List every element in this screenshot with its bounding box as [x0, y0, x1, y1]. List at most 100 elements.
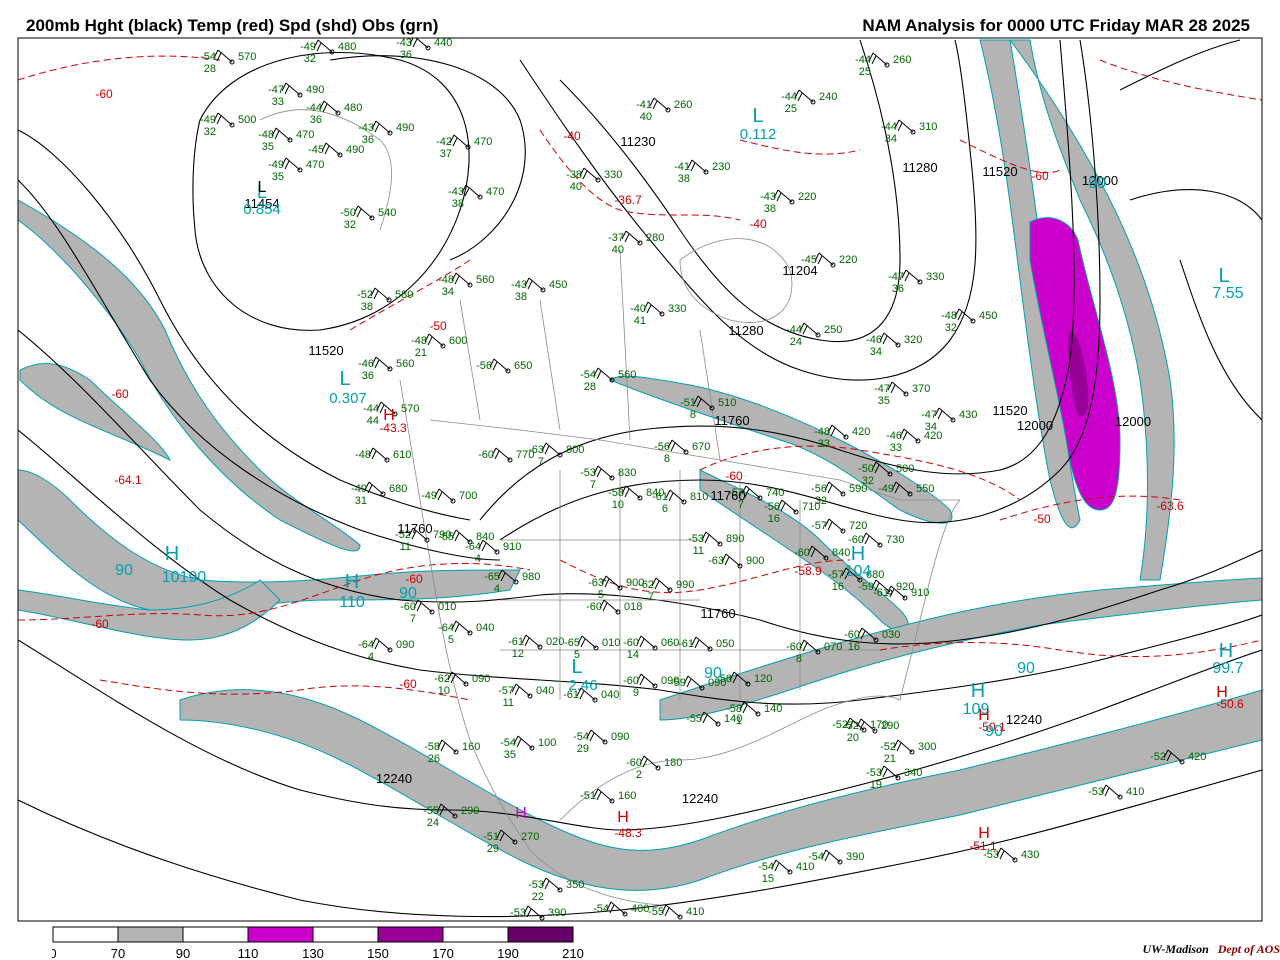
- station-dewpoint: 8: [796, 653, 802, 665]
- station-dewpoint: 44: [367, 415, 379, 427]
- station-plot: -54 560 28: [580, 367, 636, 393]
- station-plot: -52 300 21: [880, 739, 936, 765]
- station-temp: -58: [424, 741, 440, 753]
- wind-barb-flag: [686, 678, 692, 688]
- station-height: 310: [919, 121, 937, 133]
- station-height: 040: [536, 685, 554, 697]
- height-label: 11760: [714, 413, 749, 428]
- wind-barb-flag: [374, 640, 380, 650]
- wind-barb-flag: [324, 145, 330, 155]
- station-temp: -48: [941, 310, 957, 322]
- wind-barb-flag: [374, 359, 380, 369]
- station-plot: -62 990 7: [638, 577, 694, 603]
- wind-barb-flag: [374, 123, 380, 133]
- temp-label: -50: [1033, 512, 1051, 526]
- pressure-marker: H: [515, 805, 527, 822]
- station-height: 490: [396, 122, 414, 134]
- station-height: 470: [474, 136, 492, 148]
- station-dewpoint: 25: [859, 66, 871, 78]
- wind-barb-shaft: [545, 877, 561, 891]
- station-temp: -43: [760, 191, 776, 203]
- station-plot: -48 470 35: [258, 127, 314, 153]
- station-plot: -54 090 29: [573, 729, 629, 755]
- station-plot: -48 450 32: [941, 308, 997, 334]
- wind-barb-flag: [580, 638, 586, 648]
- pressure-marker: H: [978, 825, 990, 842]
- height-label: 12000: [1115, 414, 1151, 429]
- station-temp: -51: [580, 790, 596, 802]
- station-height: 330: [926, 271, 944, 283]
- station-dewpoint: 38: [452, 198, 464, 210]
- station-temp: -54: [758, 861, 774, 873]
- station-temp: -53: [688, 533, 704, 545]
- station-plot: -49 680 31: [351, 481, 407, 507]
- station-height: 410: [796, 861, 814, 873]
- legend-swatch: [247, 926, 314, 943]
- wind-barb-shaft: [883, 332, 899, 346]
- station-height: 090: [396, 639, 414, 651]
- station-plot: -44 250 24: [786, 322, 842, 348]
- station-temp: -41: [636, 99, 652, 111]
- station-height: 910: [503, 541, 521, 553]
- wind-barb-shaft: [872, 52, 888, 66]
- station-temp: -38: [566, 169, 582, 181]
- wind-barb-shaft: [653, 97, 669, 111]
- province-lines: [459, 249, 721, 461]
- station-height: 010: [438, 601, 456, 613]
- station-height: 180: [664, 757, 682, 769]
- station-height: 340: [904, 767, 922, 779]
- station-plot: -60 180 2: [626, 755, 682, 781]
- station-temp: -41: [674, 161, 690, 173]
- station-dewpoint: 35: [504, 749, 516, 761]
- station-temp: -53: [510, 907, 526, 919]
- wind-barb-shaft: [217, 112, 233, 126]
- station-dewpoint: 38: [515, 291, 527, 303]
- station-temp: -61: [508, 636, 524, 648]
- station-dewpoint: 36: [400, 49, 412, 61]
- legend-tick-label: 70: [111, 946, 125, 960]
- station-temp: -52: [880, 741, 896, 753]
- station-temp: -60: [626, 757, 642, 769]
- station-height: 900: [746, 555, 764, 567]
- speed-extrema-label: 90: [704, 665, 722, 682]
- wind-barb-shaft: [217, 49, 233, 63]
- station-plot: -43 470 38: [448, 184, 504, 210]
- station-plot: -53 390: [510, 905, 566, 921]
- station-height: 550: [916, 483, 934, 495]
- station-height: 420: [852, 426, 870, 438]
- wind-barb-shaft: [323, 100, 339, 114]
- station-temp: -44: [881, 121, 897, 133]
- station-dewpoint: 8: [664, 453, 670, 465]
- wind-barb-shaft: [705, 531, 721, 545]
- station-dewpoint: 14: [627, 649, 639, 661]
- speed-extrema-label: H: [851, 543, 865, 565]
- station-temp: -55: [686, 713, 702, 725]
- wind-barb-flag: [371, 450, 377, 460]
- wind-barb-shaft: [695, 636, 711, 650]
- wind-barb-shaft: [798, 89, 814, 103]
- station-dewpoint: 36: [310, 114, 322, 126]
- station-temp: -59: [858, 581, 874, 593]
- speed-extrema-label: L: [571, 656, 582, 678]
- station-height: 500: [896, 463, 914, 475]
- height-label: 11760: [710, 488, 745, 503]
- temp-label: -60: [95, 87, 113, 101]
- station-dewpoint: 21: [884, 753, 896, 765]
- wind-barb-shaft: [275, 127, 291, 141]
- wind-barb-shaft: [325, 142, 341, 156]
- wind-barb-shaft: [545, 442, 561, 456]
- station-dewpoint: 38: [361, 301, 373, 313]
- speed-extrema-label: L: [752, 105, 763, 127]
- station-dewpoint: 7: [538, 456, 544, 468]
- wind-barb-flag: [890, 384, 896, 394]
- station-plot: -53 890 11: [688, 531, 744, 557]
- station-height: 980: [522, 571, 540, 583]
- station-temp: -48: [258, 129, 274, 141]
- wind-barb-shaft: [357, 205, 373, 219]
- wind-barb-flag: [999, 850, 1005, 860]
- station-height: 670: [692, 441, 710, 453]
- wind-barb-flag: [514, 686, 520, 696]
- wind-barb-shaft: [775, 859, 791, 873]
- station-temp: -60: [794, 547, 810, 559]
- temp-label: -60: [1031, 169, 1049, 183]
